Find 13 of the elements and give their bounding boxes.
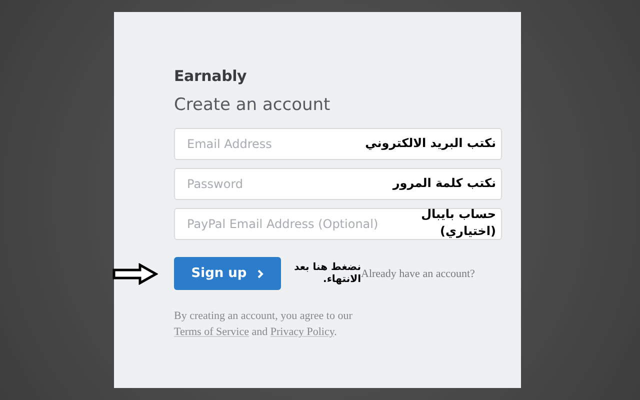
terms-link[interactable]: Terms of Service bbox=[174, 326, 249, 338]
annotation-text: نضغط هنا بعد الانتهاء. bbox=[293, 262, 361, 286]
sign-up-button[interactable]: Sign up bbox=[174, 257, 281, 290]
brand-logo: Earnably bbox=[174, 67, 248, 85]
annotation-text: نكتب كلمة المرور bbox=[392, 176, 496, 190]
privacy-link[interactable]: Privacy Policy bbox=[270, 326, 334, 338]
terms-text: By creating an account, you agree to our Terms of Service and Privacy Policy. bbox=[174, 309, 354, 340]
login-link[interactable]: Already have an account? bbox=[361, 268, 475, 280]
chevron-icon bbox=[256, 268, 264, 278]
form-heading: Create an account bbox=[174, 95, 332, 115]
annotation-text: حساب بايبال (اختياري) bbox=[420, 206, 496, 240]
annotation-text: نكتب البريد الالكتروني bbox=[365, 136, 496, 150]
arrow-icon bbox=[112, 263, 158, 285]
